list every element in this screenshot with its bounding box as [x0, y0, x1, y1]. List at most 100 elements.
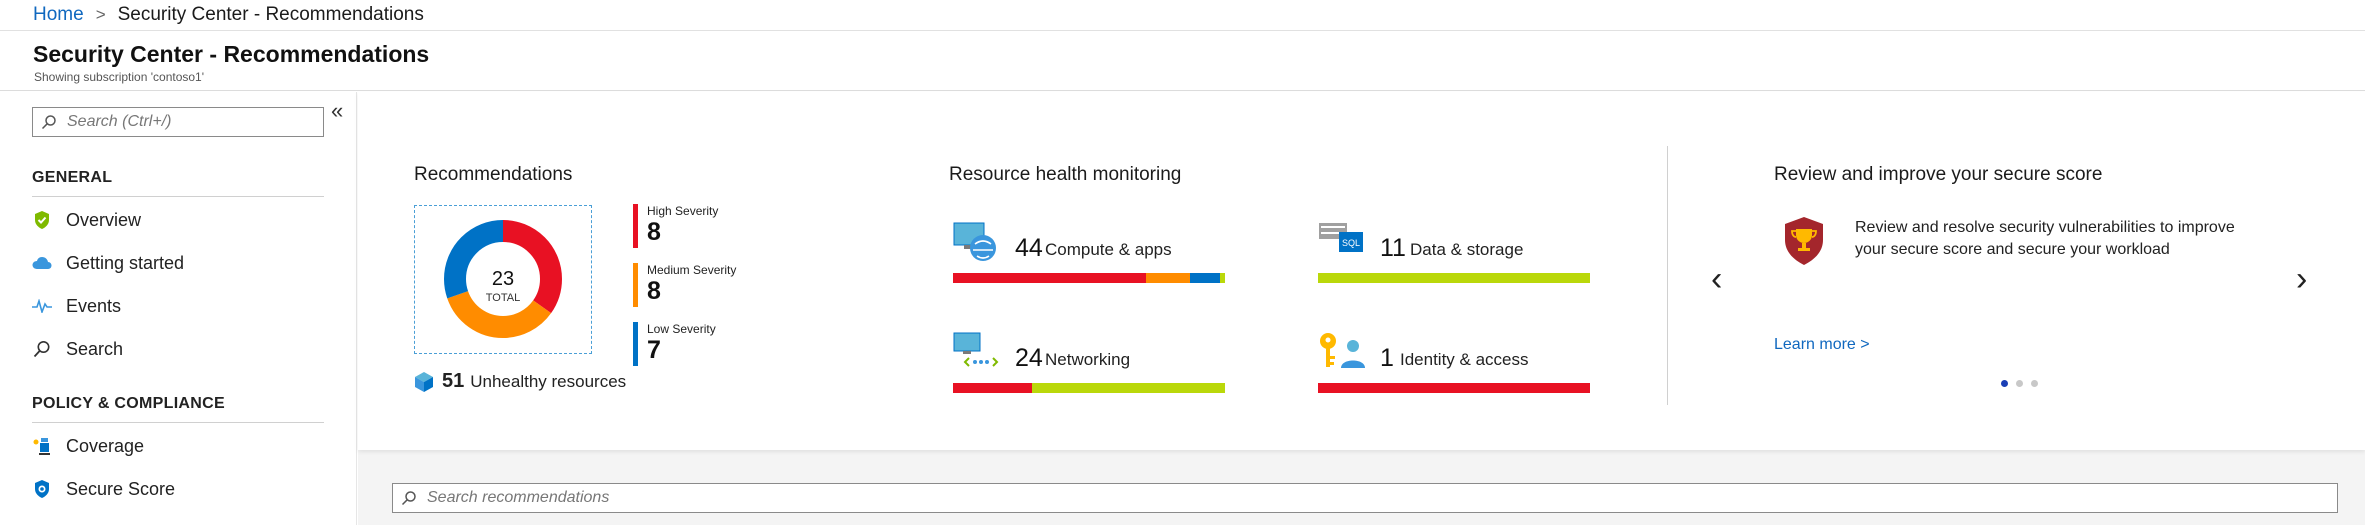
health-bar-segment [953, 383, 1032, 393]
secure-score-title: Review and improve your secure score [1774, 164, 2103, 185]
recommendations-search-placeholder: Search recommendations [427, 489, 610, 506]
recommendations-title: Recommendations [414, 164, 573, 185]
section-divider [32, 196, 324, 197]
severity-high-count: 8 [647, 218, 661, 246]
identity-count: 1 [1380, 344, 1394, 372]
sidebar-item-events[interactable]: Events [32, 291, 121, 321]
svg-text:SQL: SQL [1342, 238, 1360, 248]
carousel-dot[interactable] [2016, 380, 2023, 387]
sidebar-item-label: Search [66, 338, 124, 359]
health-bar-segment [953, 273, 1147, 283]
networking-health-bar [953, 383, 1225, 393]
identity-label: Identity & access [1400, 350, 1529, 369]
networking-count: 24 [1015, 344, 1043, 372]
networking-label: Networking [1045, 350, 1131, 369]
sidebar-item-coverage[interactable]: Coverage [32, 431, 144, 461]
health-bar-segment [1318, 383, 1590, 393]
secure-score-description: Review and resolve security vulnerabilit… [1855, 219, 2235, 258]
donut-total: 23 [492, 268, 514, 290]
carousel-prev-button[interactable]: ‹ [1711, 260, 1722, 299]
sidebar-item-label: Secure Score [66, 478, 176, 499]
breadcrumb: Home > Security Center - Recommendations [0, 0, 2365, 31]
trophy-shield-icon [1785, 217, 1823, 265]
breadcrumb-separator: > [95, 5, 106, 24]
cloud-icon [32, 253, 52, 273]
recommendations-search-input[interactable]: Search recommendations [392, 483, 2338, 513]
severity-medium-count: 8 [647, 277, 661, 305]
unhealthy-label: Unhealthy resources [470, 371, 627, 391]
severity-low-bar [633, 322, 638, 366]
severity-high[interactable]: High Severity 8 [633, 204, 753, 248]
data-storage-label: Data & storage [1410, 240, 1524, 259]
data-storage-health-bar [1318, 273, 1590, 283]
identity-key-icon [1320, 333, 1365, 368]
severity-low-count: 7 [647, 336, 661, 364]
unhealthy-count: 51 [442, 370, 465, 392]
sidebar-search-input[interactable]: Search (Ctrl+/) [32, 107, 324, 137]
severity-high-bar [633, 204, 638, 248]
breadcrumb-current: Security Center - Recommendations [117, 4, 424, 25]
carousel-pagination [2001, 380, 2038, 387]
sidebar-item-overview[interactable]: Overview [32, 205, 141, 235]
cube-icon [415, 371, 433, 392]
severity-medium-label: Medium Severity [647, 263, 737, 277]
severity-high-label: High Severity [647, 204, 719, 218]
unhealthy-resources[interactable]: 51 Unhealthy resources [414, 370, 626, 393]
section-divider [32, 422, 324, 423]
severity-low-label: Low Severity [647, 322, 716, 336]
main-content: Recommendations 23 TOTAL High Severity 8… [358, 92, 2365, 525]
coverage-icon [32, 436, 52, 456]
resource-identity[interactable]: 1 Identity & access [1318, 332, 1590, 393]
sidebar-item-search[interactable]: Search [32, 334, 123, 364]
resource-data-storage[interactable]: SQL 11 Data & storage [1318, 222, 1590, 283]
page-title: Security Center - Recommendations [33, 41, 430, 67]
sidebar-item-label: Events [66, 295, 122, 316]
health-bar-segment [1031, 383, 1225, 393]
networking-icon [953, 332, 999, 367]
carousel-next-button[interactable]: › [2296, 260, 2307, 299]
severity-low[interactable]: Low Severity 7 [633, 322, 753, 366]
learn-more-link[interactable]: Learn more > [1774, 336, 1870, 354]
sidebar-item-label: Overview [66, 209, 142, 230]
recommendations-donut[interactable]: 23 TOTAL [414, 205, 592, 354]
compute-count: 44 [1015, 234, 1043, 262]
carousel-dot[interactable] [2001, 380, 2008, 387]
overview-panel: Recommendations 23 TOTAL High Severity 8… [358, 92, 2365, 450]
data-storage-count: 11 [1380, 234, 1406, 262]
carousel-dot[interactable] [2031, 380, 2038, 387]
page-header: Security Center - Recommendations Showin… [0, 31, 2365, 91]
sidebar-item-getting-started[interactable]: Getting started [32, 248, 184, 278]
sidebar-item-label: Getting started [66, 252, 185, 273]
page-subtitle: Showing subscription 'contoso1' [34, 70, 205, 84]
sidebar: Search (Ctrl+/) « GENERAL Overview Getti… [0, 92, 357, 525]
collapse-sidebar-button[interactable]: « [331, 98, 343, 124]
sidebar-item-secure-score[interactable]: Secure Score [32, 474, 175, 504]
health-bar-segment [1318, 273, 1590, 283]
sidebar-search-placeholder: Search (Ctrl+/) [67, 113, 172, 130]
secure-score-icon [32, 479, 52, 499]
identity-health-bar [1318, 383, 1590, 393]
search-icon [401, 491, 416, 506]
pulse-icon [32, 296, 52, 316]
resource-health-title: Resource health monitoring [949, 164, 1182, 185]
severity-medium[interactable]: Medium Severity 8 [633, 263, 753, 307]
donut-total-label: TOTAL [486, 292, 520, 304]
resource-networking[interactable]: 24 Networking [953, 332, 1225, 393]
health-bar-segment [1189, 273, 1220, 283]
compute-label: Compute & apps [1045, 240, 1172, 259]
sidebar-item-label: Coverage [66, 435, 145, 456]
health-bar-segment [1219, 273, 1225, 283]
breadcrumb-home-link[interactable]: Home [33, 4, 84, 26]
compute-icon [953, 222, 996, 261]
sql-storage-icon: SQL [1319, 223, 1363, 252]
section-policy-title: POLICY & COMPLIANCE [32, 395, 225, 412]
search-icon [32, 339, 52, 359]
shield-check-icon [32, 210, 52, 230]
search-icon [41, 115, 56, 130]
section-general-title: GENERAL [32, 169, 113, 186]
severity-medium-bar [633, 263, 638, 307]
health-bar-segment [1146, 273, 1190, 283]
compute-health-bar [953, 273, 1225, 283]
donut-chart: 23 TOTAL [444, 220, 562, 338]
resource-compute[interactable]: 44 Compute & apps [953, 222, 1225, 283]
